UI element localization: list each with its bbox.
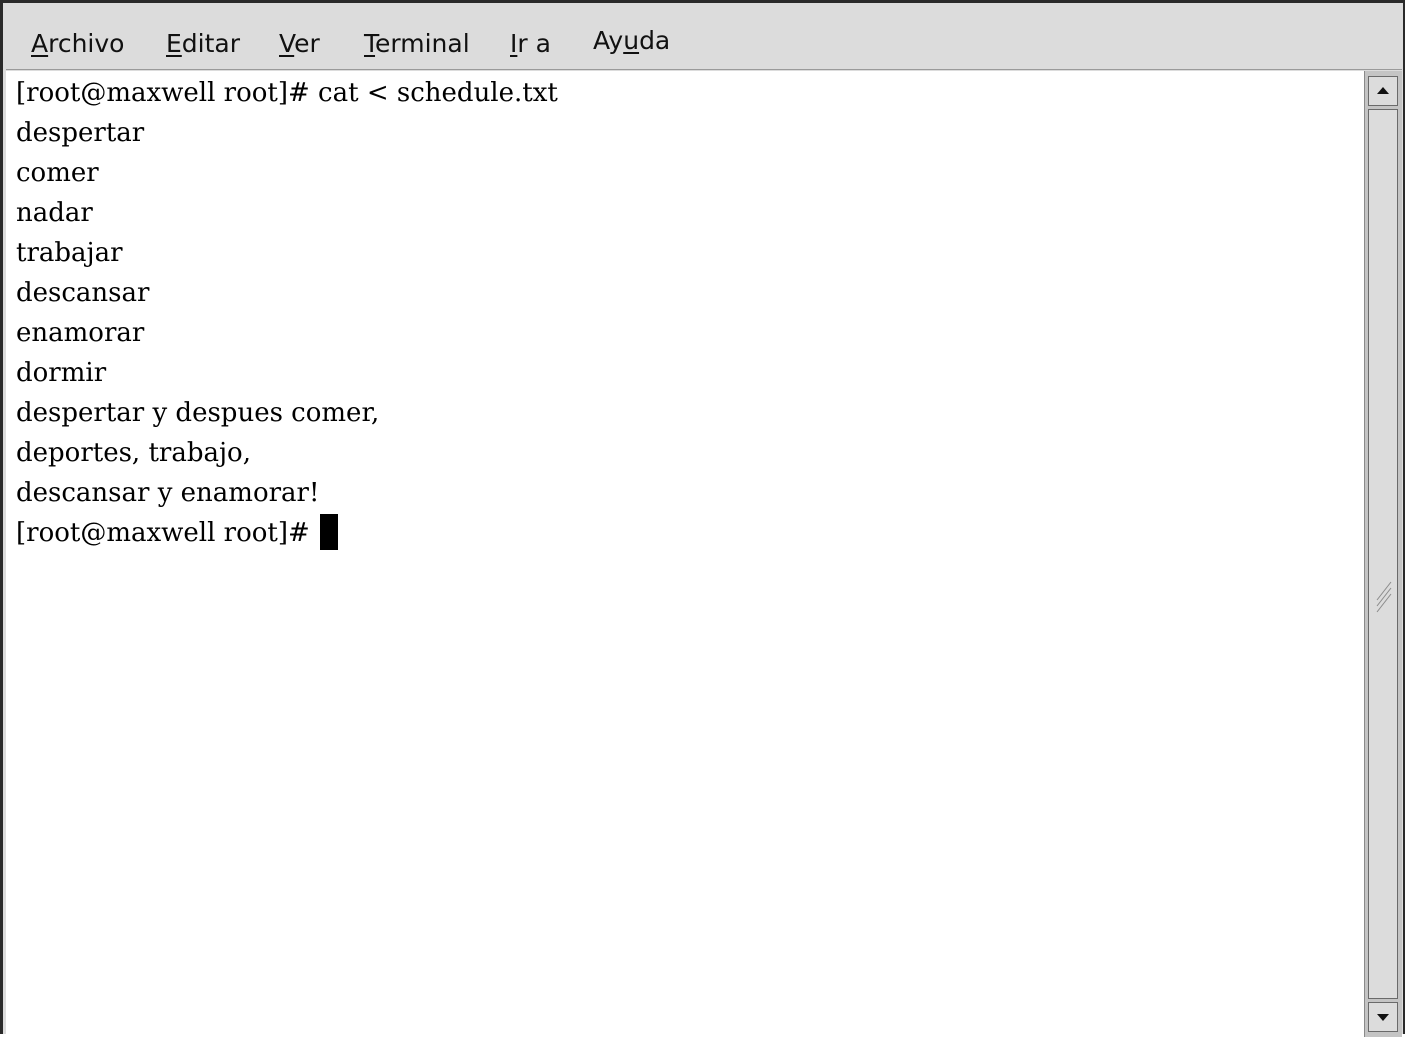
arrow-down-icon <box>1377 1014 1389 1021</box>
menu-editar[interactable]: Editar <box>166 26 240 62</box>
menu-archivo[interactable]: Archivo <box>31 26 124 62</box>
menu-archivo-mnemonic: A <box>31 29 49 58</box>
menu-bar: Archivo Editar Ver Terminal Ir a Ayuda <box>6 6 1402 70</box>
menu-editar-mnemonic: E <box>166 29 182 58</box>
terminal-line: despertar <box>16 118 145 148</box>
menu-editar-label: ditar <box>181 29 241 58</box>
scroll-down-button[interactable] <box>1368 1002 1398 1032</box>
menu-archivo-label: rchivo <box>48 29 125 58</box>
menu-ver-label: er <box>294 29 320 58</box>
terminal-line: despertar y despues comer, <box>16 398 380 428</box>
terminal-line: dormir <box>16 358 107 388</box>
menu-ir-a[interactable]: Ir a <box>510 26 551 62</box>
terminal-prompt-line[interactable]: [root@maxwell root]# <box>16 513 339 553</box>
menu-terminal-mnemonic: T <box>364 29 376 58</box>
terminal-line: enamorar <box>16 318 145 348</box>
terminal-window: Archivo Editar Ver Terminal Ir a Ayuda [… <box>0 0 1405 1037</box>
terminal-line: deportes, trabajo, <box>16 438 251 468</box>
terminal-line: comer <box>16 158 99 188</box>
terminal-line: descansar <box>16 278 150 308</box>
menu-ayuda-prefix: Ay <box>593 26 624 55</box>
menu-terminal-label: erminal <box>375 29 470 58</box>
terminal-line: [root@maxwell root]# cat < schedule.txt <box>16 78 558 108</box>
arrow-up-icon <box>1377 87 1389 94</box>
terminal-line: trabajar <box>16 238 123 268</box>
scroll-thumb[interactable] <box>1368 109 1398 999</box>
text-cursor <box>320 514 339 550</box>
terminal-prompt: [root@maxwell root]# <box>16 518 319 548</box>
menu-ayuda-mnemonic: u <box>623 26 640 55</box>
menu-ir-a-label: r a <box>517 29 551 58</box>
menu-ver[interactable]: Ver <box>279 26 320 62</box>
menu-terminal[interactable]: Terminal <box>364 26 470 62</box>
terminal-line: nadar <box>16 198 93 228</box>
scroll-up-button[interactable] <box>1368 76 1398 106</box>
vertical-scrollbar[interactable] <box>1364 71 1402 1037</box>
terminal-line: descansar y enamorar! <box>16 478 320 508</box>
terminal-output[interactable]: [root@maxwell root]# cat < schedule.txt … <box>6 71 1364 1037</box>
grip-icon <box>1376 581 1392 613</box>
menu-ayuda-label: da <box>639 26 671 55</box>
menu-ver-mnemonic: V <box>279 29 295 58</box>
menu-ayuda[interactable]: Ayuda <box>593 23 670 59</box>
